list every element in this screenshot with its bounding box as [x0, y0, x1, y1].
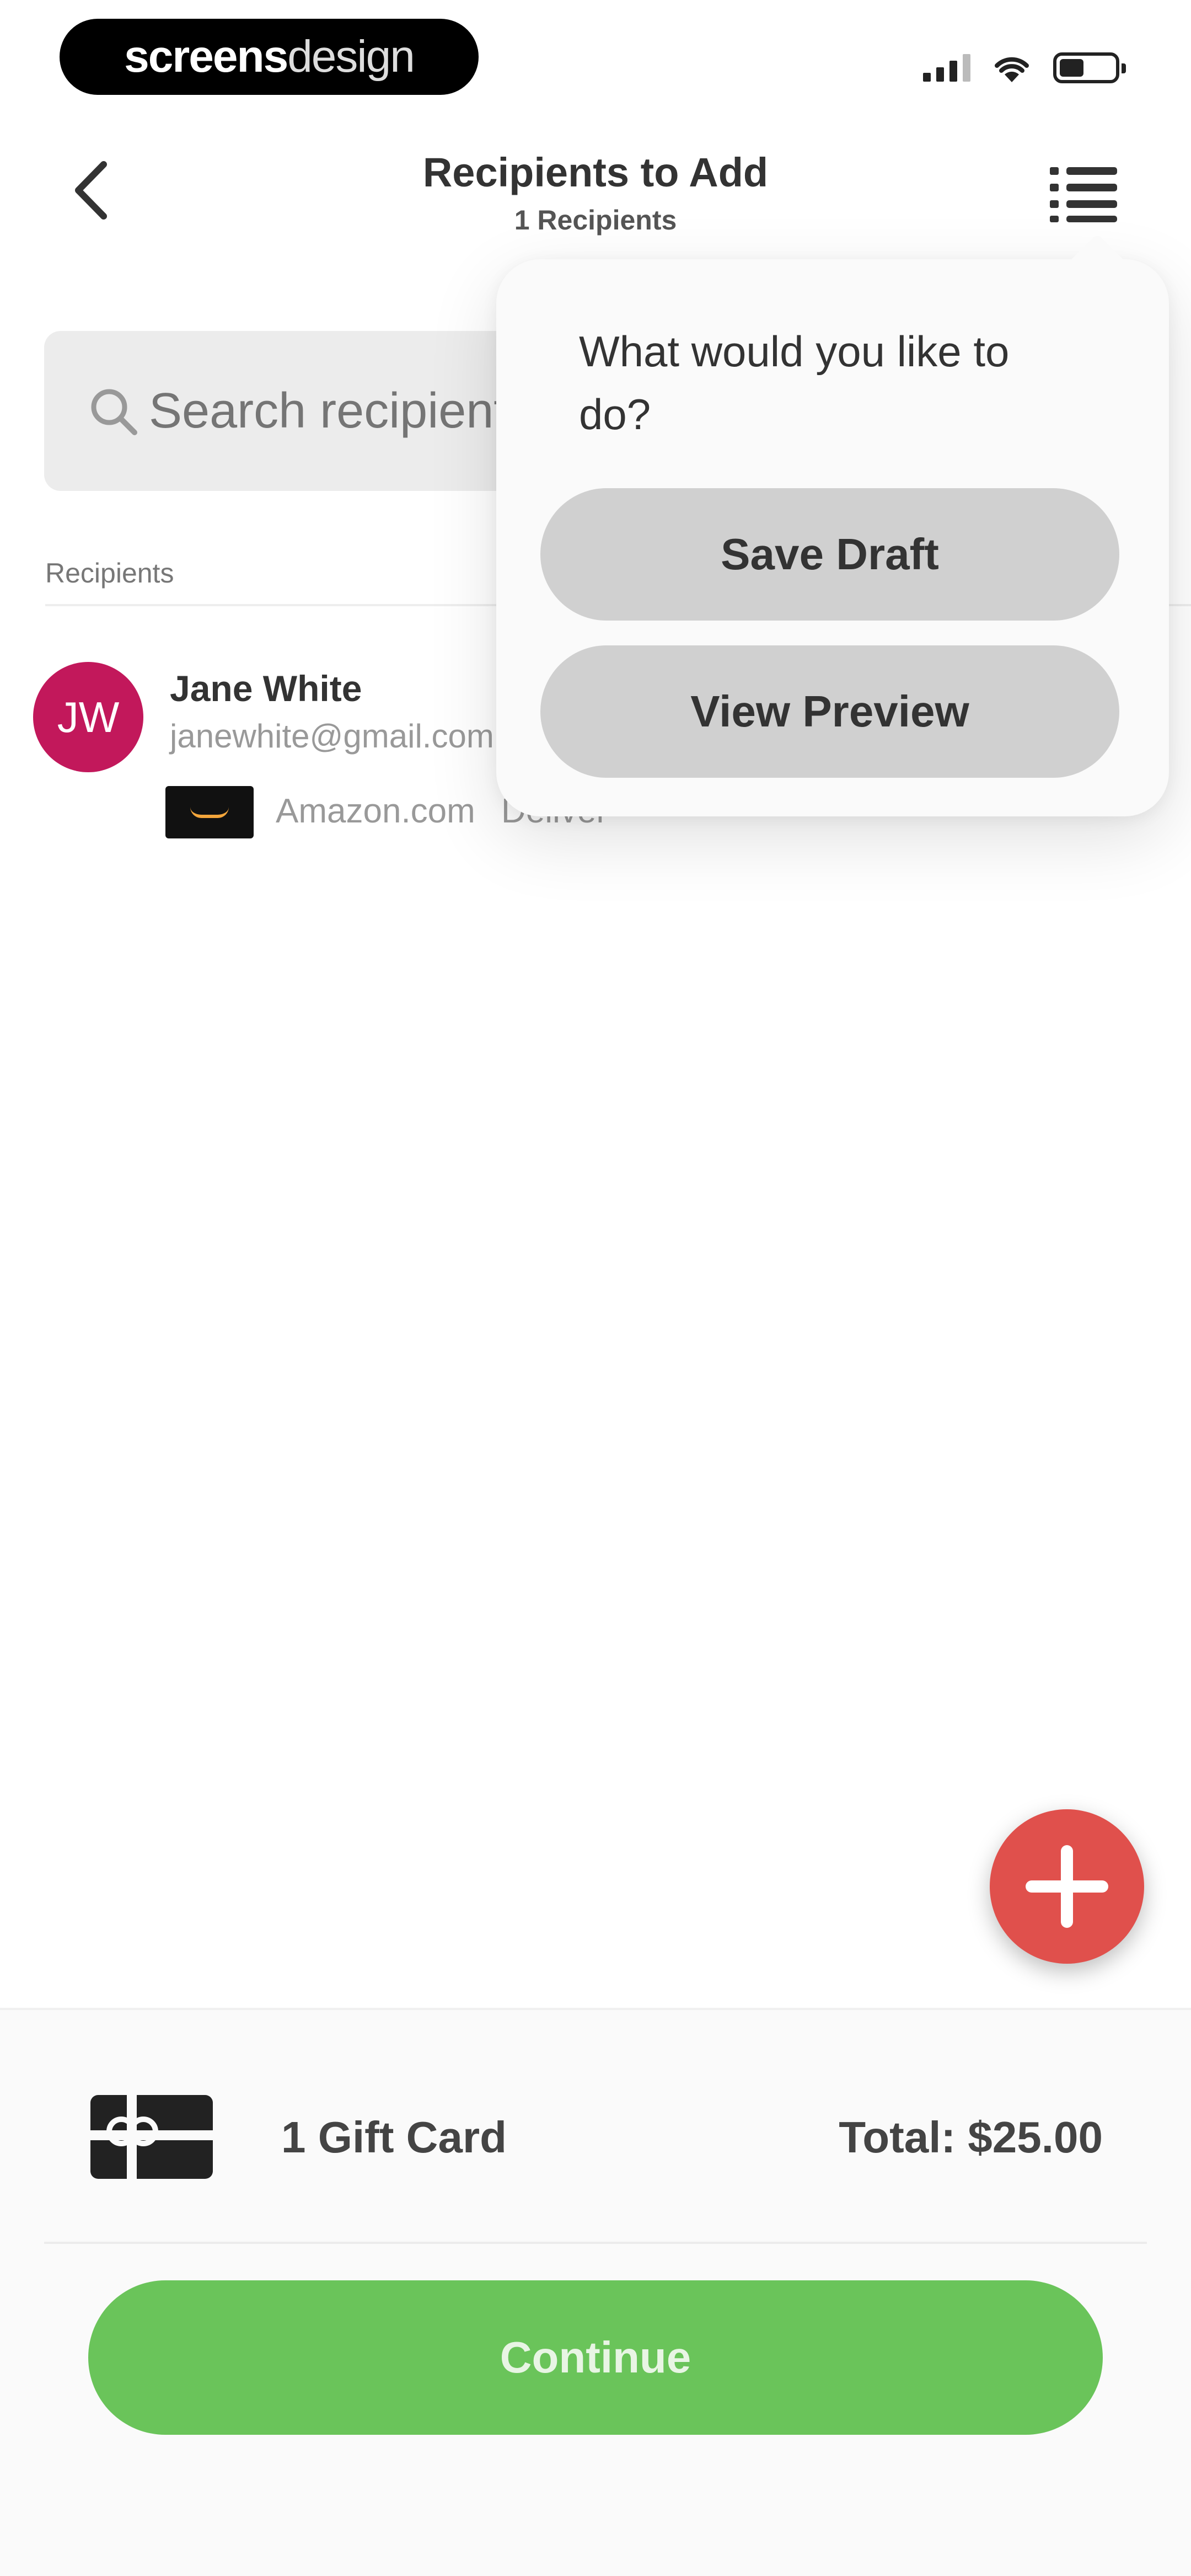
nav-bar: Recipients to Add 1 Recipients [0, 121, 1191, 243]
page-title: Recipients to Add [422, 149, 769, 195]
total-amount: Total: $25.00 [839, 2113, 1103, 2162]
checkout-panel: 1 Gift Card Total: $25.00 Continue [0, 2008, 1191, 2576]
recipients-section-label: Recipients [45, 558, 174, 589]
divider [44, 2242, 1147, 2244]
battery-icon [1053, 52, 1126, 83]
view-preview-button[interactable]: View Preview [540, 645, 1119, 778]
brand-logo-light: design [287, 31, 415, 82]
continue-button[interactable]: Continue [88, 2280, 1103, 2435]
brand-logo-bold: screens [124, 31, 288, 82]
brand-logo: screens design [60, 19, 479, 95]
page-subtitle: 1 Recipients [514, 205, 677, 236]
menu-button[interactable] [1048, 160, 1119, 226]
avatar: JW [33, 662, 143, 772]
recipient-email: janewhite@gmail.com [170, 718, 494, 755]
amazon-card-icon [165, 786, 254, 838]
status-icons [923, 49, 1126, 87]
add-recipient-button[interactable] [990, 1809, 1144, 1964]
save-draft-button[interactable]: Save Draft [540, 488, 1119, 621]
action-popover: What would you like to do? Save Draft Vi… [496, 259, 1169, 816]
gift-card-icon [90, 2095, 213, 2179]
search-icon [91, 389, 137, 435]
popover-title: What would you like to do? [579, 327, 1010, 439]
screen: screens design Recipients to Add 1 Recipi… [0, 0, 1191, 2576]
wifi-icon [995, 57, 1029, 82]
gift-card-count: 1 Gift Card [281, 2113, 507, 2162]
card-brand: Amazon.com [276, 792, 475, 830]
status-bar: screens design [0, 0, 1191, 110]
list-icon [1050, 167, 1117, 222]
plus-icon [1026, 1845, 1108, 1928]
signal-icon [923, 54, 970, 82]
recipient-name: Jane White [170, 668, 362, 709]
